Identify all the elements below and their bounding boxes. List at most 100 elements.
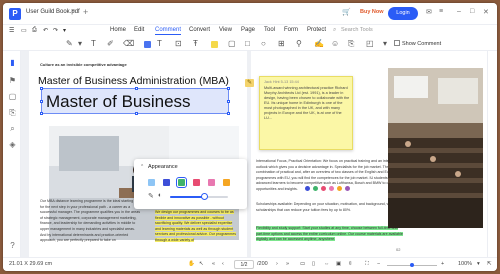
minimize-icon[interactable]: – [457, 8, 461, 15]
search-panel-icon[interactable]: ⌕ [8, 124, 17, 133]
appearance-color-orange[interactable] [223, 179, 230, 186]
green-highlight[interactable]: Flexibility and study support: Start you… [256, 226, 403, 242]
signature-icon[interactable]: ✍ [314, 40, 324, 48]
resize-handle[interactable] [135, 87, 138, 90]
textbox-text[interactable]: Master of Business [46, 92, 191, 112]
select-tool-icon[interactable]: ↖ [199, 261, 204, 267]
appearance-color-pink[interactable] [208, 179, 215, 186]
sticky-note-text[interactable]: Multi-award winning architectural practi… [264, 86, 350, 121]
appearance-color-red[interactable] [193, 179, 200, 186]
opacity-slider-knob[interactable] [201, 193, 209, 200]
opacity-slider[interactable] [170, 193, 228, 200]
resize-handle[interactable] [227, 100, 230, 103]
dropdown-icon[interactable]: ▾ [78, 40, 82, 48]
double-page-icon[interactable]: ▯ [312, 261, 315, 267]
right-paragraph-3[interactable]: Flexibility and study support: Start you… [256, 226, 404, 243]
zoom-slider-knob[interactable] [410, 263, 414, 267]
buy-now-link[interactable]: Buy Now [360, 9, 384, 15]
menu-comment[interactable]: Comment [155, 27, 182, 35]
search-icon[interactable]: ⌕ [333, 27, 336, 34]
menu-protect[interactable]: Protect [307, 27, 326, 33]
measure-icon[interactable]: ◰ [366, 40, 374, 48]
stamp-icon[interactable]: ⊞ [278, 40, 285, 48]
bookmark-icon[interactable]: ⚑ [8, 76, 17, 85]
zoom-in-icon[interactable]: + [441, 261, 444, 267]
textbox-tool-icon[interactable]: T [157, 40, 162, 48]
save-icon[interactable]: ▭ [21, 27, 27, 34]
sticky-note-marker-icon[interactable]: ✎ [245, 79, 254, 87]
more-tools-icon[interactable]: ▾ [383, 40, 387, 48]
redo-arrow-icon[interactable]: ↷ [53, 27, 58, 34]
collapse-chevron-icon[interactable]: ⌃ [140, 164, 144, 170]
prev-page-icon[interactable]: ‹ [222, 261, 224, 267]
help-icon[interactable]: ? [8, 241, 17, 250]
menu-convert[interactable]: Convert [189, 27, 210, 33]
text-comment-icon[interactable]: Ŧ [193, 40, 198, 48]
notification-icon[interactable]: ✉ [426, 8, 432, 16]
zoom-level[interactable]: 100% [458, 261, 472, 267]
close-window-icon[interactable]: ✕ [483, 8, 489, 16]
resize-handle[interactable] [40, 112, 43, 115]
thumbnail-icon[interactable]: ▮ [8, 58, 17, 67]
yellow-highlight[interactable]: We design our programmes and courses to … [155, 210, 237, 242]
resize-handle[interactable] [135, 112, 138, 115]
zoom-dropdown-icon[interactable]: ▾ [477, 261, 480, 267]
color-swatch-blue[interactable] [144, 41, 151, 48]
sticky-note[interactable]: Jack Hint 5-13 15:44 Multi-award winning… [259, 76, 353, 150]
next-page-icon[interactable]: › [276, 261, 278, 267]
highlighted-paragraph[interactable]: We design our programmes and courses to … [155, 210, 239, 244]
fit-width-icon[interactable]: ⇔ [324, 261, 330, 267]
more-icon[interactable]: ▾ [63, 27, 66, 34]
fit-page-icon[interactable]: ▣ [336, 261, 341, 267]
print-icon[interactable]: ⎙ [32, 27, 37, 34]
menu-view[interactable]: View [219, 27, 232, 33]
resize-handle[interactable] [227, 112, 230, 115]
maximize-icon[interactable]: □ [470, 8, 474, 15]
zoom-slider[interactable] [387, 263, 437, 267]
appearance-color-blue[interactable] [163, 179, 170, 186]
menu-form[interactable]: Form [284, 27, 298, 33]
undo-arrow-icon[interactable]: ↶ [43, 27, 48, 34]
menu-edit[interactable]: Edit [134, 27, 144, 33]
highlight-icon[interactable]: T [91, 40, 96, 48]
zoom-out-icon[interactable]: − [377, 261, 380, 267]
appearance-color-green[interactable] [176, 177, 187, 188]
page-layout-icon[interactable]: ▭ [300, 261, 305, 267]
search-tools-input[interactable]: Search Tools [341, 27, 373, 33]
eraser-icon[interactable]: ⌫ [123, 40, 134, 48]
fullscreen-icon[interactable]: ⛶ [365, 261, 369, 268]
menu-tool[interactable]: Tool [264, 27, 275, 33]
attachment-icon[interactable]: ⎘ [348, 40, 354, 48]
color-swatch-yellow[interactable] [211, 41, 218, 48]
shape-rect-icon[interactable]: □ [245, 40, 250, 48]
pen-tool-icon[interactable]: ✎ [66, 40, 73, 48]
user-icon[interactable]: ☺ [331, 40, 339, 48]
first-page-icon[interactable]: « [212, 261, 215, 267]
comment-panel-icon[interactable]: ▢ [8, 92, 17, 101]
appearance-color-light-blue[interactable] [148, 179, 155, 186]
selected-textbox[interactable]: Master of Business [40, 87, 230, 115]
hand-tool-icon[interactable]: ✋ [188, 261, 195, 267]
login-button[interactable]: Login [388, 7, 418, 20]
page-number-input[interactable]: 1/2 [234, 260, 254, 269]
new-tab-icon[interactable]: + [83, 7, 88, 17]
menu-icon[interactable]: ≡ [439, 8, 443, 15]
resize-handle[interactable] [40, 100, 43, 103]
close-tab-icon[interactable]: × [71, 8, 75, 15]
callout-icon[interactable]: ⊡ [175, 40, 182, 48]
resize-handle[interactable] [40, 87, 43, 90]
show-comment-checkbox[interactable]: Show Comment [394, 40, 441, 47]
eyedropper-icon[interactable]: ✎ [148, 192, 154, 200]
cart-icon[interactable]: 🛒 [342, 8, 351, 16]
menu-home[interactable]: Home [110, 27, 126, 33]
resize-handle[interactable] [227, 87, 230, 90]
area-icon[interactable]: ▢ [228, 40, 236, 48]
expand-icon[interactable]: ⇱ [487, 261, 492, 267]
undo-icon[interactable]: ☰ [9, 27, 14, 34]
pencil-icon[interactable]: ✐ [107, 40, 114, 48]
layers-icon[interactable]: ◈ [8, 140, 17, 149]
attachment-panel-icon[interactable]: ⎘ [8, 108, 17, 117]
last-page-icon[interactable]: » [286, 261, 289, 267]
menu-page[interactable]: Page [241, 27, 255, 33]
document-canvas[interactable]: Culture as an invisible competitive adva… [21, 51, 487, 257]
